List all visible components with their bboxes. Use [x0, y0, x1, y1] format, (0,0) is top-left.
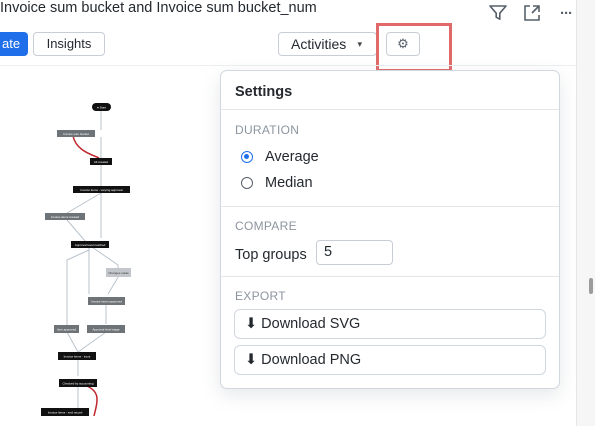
- export-label: EXPORT: [235, 289, 286, 303]
- radio-median-label: Median: [265, 175, 313, 191]
- filter-icon[interactable]: [487, 2, 509, 24]
- radio-average[interactable]: Average: [241, 149, 319, 165]
- radio-average-label: Average: [265, 149, 319, 165]
- activities-label: Activities: [291, 36, 347, 52]
- download-svg-button[interactable]: ⬇ Download SVG: [234, 309, 546, 339]
- compare-label: COMPARE: [235, 219, 297, 233]
- insights-button[interactable]: Insights: [33, 32, 105, 56]
- divider: [221, 109, 559, 110]
- chevron-down-icon: ▾: [357, 39, 362, 49]
- graph-node-label: All created: [94, 160, 109, 164]
- header-actions: ···: [487, 2, 577, 24]
- graph-node-label: Item approved: [57, 328, 77, 332]
- expand-icon[interactable]: [521, 2, 543, 24]
- divider: [221, 206, 559, 207]
- scrollbar-thumb[interactable]: [589, 278, 593, 294]
- settings-panel: Settings DURATION Average Median COMPARE…: [220, 70, 560, 389]
- radio-selected-icon[interactable]: [241, 151, 253, 163]
- graph-node-label: Invoice sum bucket: [63, 132, 89, 136]
- radio-unselected-icon[interactable]: [241, 177, 253, 189]
- graph-node-label: Invoice items created: [51, 215, 80, 219]
- graph-node-label: ● Start: [97, 106, 106, 110]
- graph-node-label: Approval level stage: [92, 328, 119, 332]
- process-graph[interactable]: ● Start Invoice sum bucket All created I…: [0, 70, 220, 426]
- settings-title: Settings: [235, 84, 293, 100]
- radio-median[interactable]: Median: [241, 175, 313, 191]
- graph-node-label: Invoice items approved: [91, 300, 122, 304]
- toolbar-divider: [0, 65, 577, 66]
- top-groups-label: Top groups: [235, 247, 307, 263]
- create-button[interactable]: ate: [0, 32, 28, 56]
- divider: [221, 276, 559, 277]
- graph-node-label: Invoice items - end record: [48, 411, 83, 415]
- download-png-button[interactable]: ⬇ Download PNG: [234, 345, 546, 375]
- top-groups-input[interactable]: 5: [316, 240, 393, 265]
- graph-node-label: Invoice items - varying approval: [80, 188, 123, 192]
- scrollbar[interactable]: [576, 0, 595, 426]
- activities-dropdown[interactable]: Activities ▾: [278, 32, 377, 56]
- graph-node-label: Checked by accounting: [62, 382, 94, 386]
- more-icon[interactable]: ···: [555, 2, 577, 24]
- graph-node-label: Approval level reached: [75, 243, 106, 247]
- graph-node-label: Invoice items - input: [64, 355, 91, 359]
- page-title: Invoice sum bucket and Invoice sum bucke…: [0, 0, 317, 16]
- graph-node-label: Changes made: [108, 271, 129, 275]
- duration-label: DURATION: [235, 123, 300, 137]
